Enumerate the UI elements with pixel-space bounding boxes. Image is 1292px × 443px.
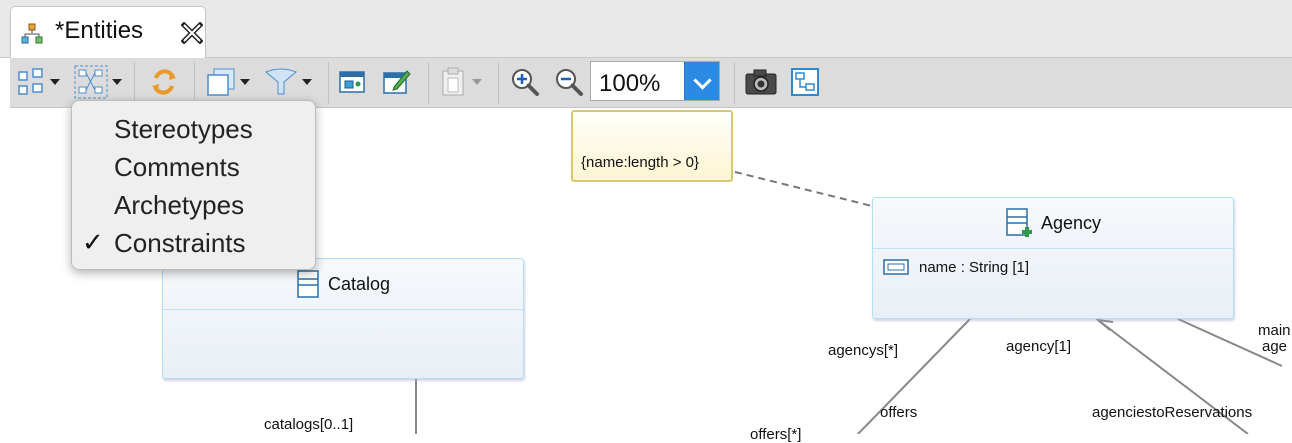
toolbar-separator — [328, 62, 329, 104]
model-icon — [21, 23, 43, 44]
dropdown-arrow-icon — [240, 79, 250, 85]
show-all-button[interactable] — [338, 66, 366, 98]
toolbar-separator — [194, 62, 195, 104]
funnel-button[interactable] — [264, 66, 312, 98]
toolbar-separator — [428, 62, 429, 104]
attribute-row[interactable]: name : String [1] — [883, 258, 1029, 276]
camera-icon — [745, 69, 777, 95]
menu-item-comments[interactable]: Comments — [72, 147, 315, 185]
zoom-in-button[interactable] — [510, 66, 540, 98]
class-name: Agency — [1040, 212, 1102, 233]
entity-add-icon — [1006, 208, 1032, 237]
layout-button[interactable] — [16, 66, 60, 98]
toolbar-separator — [498, 62, 499, 104]
zoom-out-icon — [556, 69, 583, 96]
menu-item-stereotypes[interactable]: Stereotypes — [72, 109, 315, 147]
attribute-icon — [883, 259, 909, 275]
editor-tab-entities[interactable]: *Entities — [10, 6, 206, 58]
role-label-main: main — [1258, 322, 1291, 339]
class-name: Catalog — [327, 273, 391, 294]
note-text: {name:length > 0} — [581, 154, 700, 171]
entity-icon — [297, 270, 319, 298]
menu-item-constraints[interactable]: ✓ Constraints — [72, 223, 315, 261]
dropdown-arrow-icon — [472, 79, 482, 85]
refresh-button[interactable] — [148, 66, 180, 98]
role-label-agencys: agencys[*] — [828, 342, 899, 359]
class-catalog[interactable]: Catalog — [162, 258, 524, 379]
view-button[interactable] — [206, 66, 250, 98]
dropdown-arrow-icon — [112, 79, 122, 85]
refresh-icon — [152, 69, 176, 95]
dropdown-arrow-icon — [50, 79, 60, 85]
class-agency[interactable]: Agency name : String [1] — [872, 197, 1234, 319]
editor-tab-bar: *Entities — [0, 0, 1292, 58]
menu-item-archetypes[interactable]: Archetypes — [72, 185, 315, 223]
class-agency-header: Agency — [873, 198, 1233, 249]
export-image-button[interactable] — [744, 66, 778, 98]
role-label-offers: offers — [880, 404, 918, 421]
diagram-button[interactable] — [790, 66, 820, 98]
menu-item-label: Stereotypes — [114, 114, 253, 144]
note-link — [734, 171, 873, 207]
menu-item-label: Comments — [114, 152, 240, 182]
checkmark-icon: ✓ — [82, 227, 104, 257]
diagram-icon — [791, 68, 819, 96]
zoom-combo[interactable]: 100% — [590, 61, 720, 101]
view-icon — [207, 68, 235, 96]
tab-title: *Entities — [55, 17, 144, 44]
menu-item-label: Constraints — [114, 228, 246, 258]
edit-button[interactable] — [382, 66, 412, 98]
close-icon[interactable] — [181, 22, 203, 44]
role-label-age: age — [1262, 338, 1288, 355]
zoom-in-icon — [512, 69, 539, 96]
layout-icon — [18, 68, 43, 95]
show-all-icon — [339, 71, 365, 93]
role-label-agenciesto: agenciestoReservations — [1092, 404, 1253, 421]
toolbar-separator — [134, 62, 135, 104]
zoom-out-button[interactable] — [554, 66, 584, 98]
constraint-note[interactable]: {name:length > 0} — [571, 110, 733, 182]
filter-popup-menu: Stereotypes Comments Archetypes ✓ Constr… — [71, 100, 316, 270]
funnel-icon — [265, 68, 297, 95]
toolbar-separator — [734, 62, 735, 104]
zoom-value[interactable]: 100% — [599, 70, 660, 98]
menu-item-label: Archetypes — [114, 190, 245, 220]
role-label-agency: agency[1] — [1006, 338, 1072, 355]
paste-button[interactable] — [440, 66, 482, 98]
role-label-offers-mult: offers[*] — [750, 426, 802, 443]
dropdown-arrow-icon — [302, 79, 312, 85]
edit-icon — [383, 70, 411, 94]
role-label-catalogs: catalogs[0..1] — [264, 416, 354, 433]
attribute-text: name : String [1] — [919, 258, 1030, 276]
zoom-dropdown-button[interactable] — [684, 62, 719, 100]
filter-icon — [74, 65, 108, 99]
paste-icon — [442, 67, 464, 96]
filter-button[interactable] — [74, 65, 122, 99]
